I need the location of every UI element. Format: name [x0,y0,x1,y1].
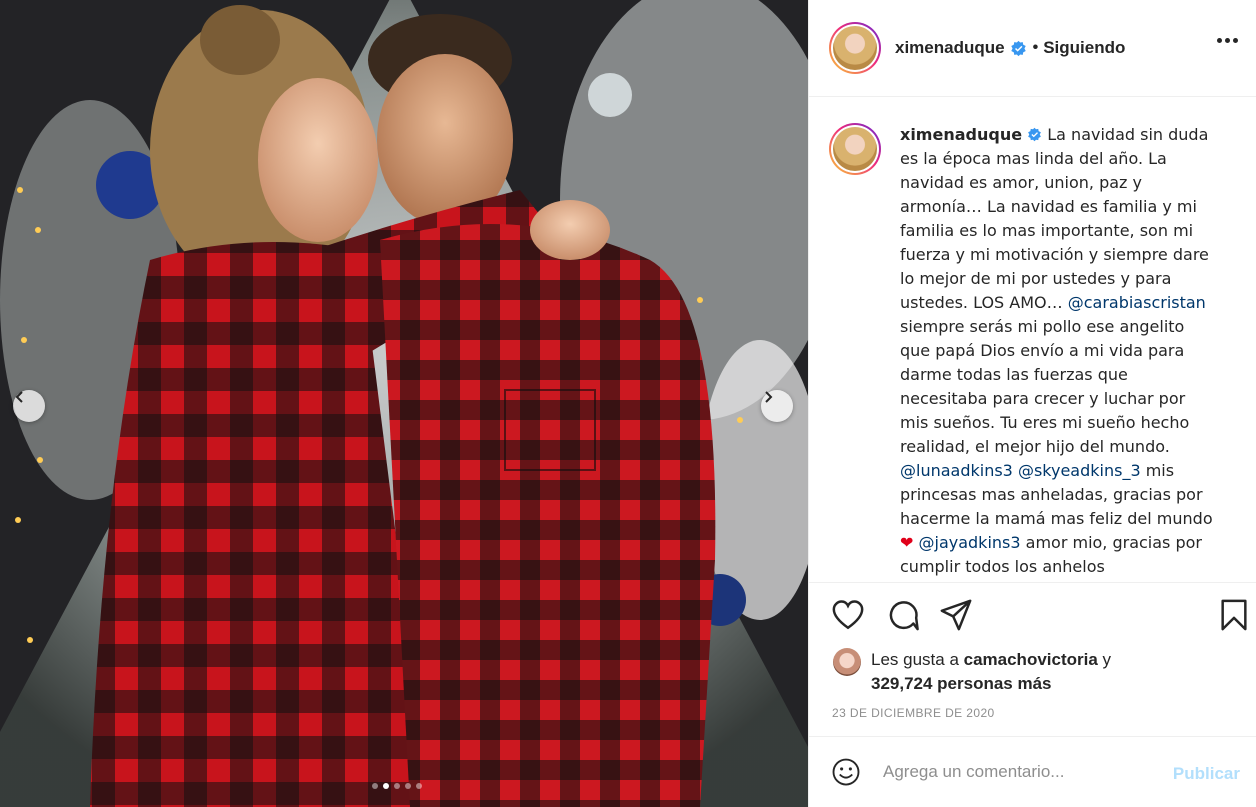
post-caption: ximenaduque La navidad sin duda es la ép… [900,123,1218,582]
mention-link[interactable]: @lunaadkins3 [900,461,1013,480]
more-options-icon[interactable] [1217,38,1238,43]
chevron-right-icon [765,391,773,403]
likes-summary: Les gusta a camachovictoria y 329,724 pe… [833,648,1111,696]
mention-link[interactable]: @carabiascristan [1068,293,1206,312]
heart-icon[interactable] [831,598,865,632]
carousel-dot [383,783,389,789]
carousel-dot [372,783,378,789]
liker-avatar[interactable] [833,648,861,676]
bookmark-icon[interactable] [1217,598,1251,632]
carousel-dot [416,783,422,789]
following-button[interactable]: Siguiendo [1043,38,1125,58]
caption-username[interactable]: ximenaduque [900,125,1022,144]
comment-bar: Publicar [809,736,1256,807]
verified-badge-icon [1010,40,1026,56]
carousel-indicator [372,783,422,789]
likes-count[interactable]: 329,724 personas más [871,674,1052,693]
likes-conjunction: y [1097,650,1112,669]
comment-icon[interactable] [885,598,919,632]
red-heart-emoji: ❤ [900,533,914,552]
emoji-icon[interactable] [831,757,861,787]
carousel-dot [405,783,411,789]
share-icon[interactable] [939,598,973,632]
author-username[interactable]: ximenaduque [895,38,1005,58]
caption-author-avatar[interactable] [829,123,881,175]
carousel-next-button[interactable] [761,390,793,422]
post-photo-artwork [0,0,808,807]
caption-section: ximenaduque La navidad sin duda es la ép… [809,97,1256,583]
post-date[interactable]: 23 DE DICIEMBRE DE 2020 [832,706,995,720]
verified-badge-icon [1028,127,1042,142]
comment-input[interactable] [883,762,1153,782]
author-avatar[interactable] [829,22,881,74]
likes-prefix: Les gusta a [871,650,964,669]
post-sidebar: ximenaduque • Siguiendo ximenaduque La n… [808,0,1256,807]
carousel-prev-button[interactable] [13,390,45,422]
caption-text: siempre serás mi pollo ese angelito que … [900,317,1190,456]
post-photo[interactable] [0,0,808,807]
liker-username[interactable]: camachovictoria [964,650,1098,669]
publish-button[interactable]: Publicar [1173,764,1240,784]
mention-link[interactable]: @skyeadkins_3 [1018,461,1141,480]
post-actions [831,598,1247,638]
mention-link[interactable]: @jayadkins3 [919,533,1021,552]
follow-separator: • [1032,39,1039,56]
post-header: ximenaduque • Siguiendo [809,0,1256,97]
caption-text: La navidad sin duda es la época mas lind… [900,125,1209,312]
chevron-left-icon [15,391,23,403]
carousel-dot [394,783,400,789]
